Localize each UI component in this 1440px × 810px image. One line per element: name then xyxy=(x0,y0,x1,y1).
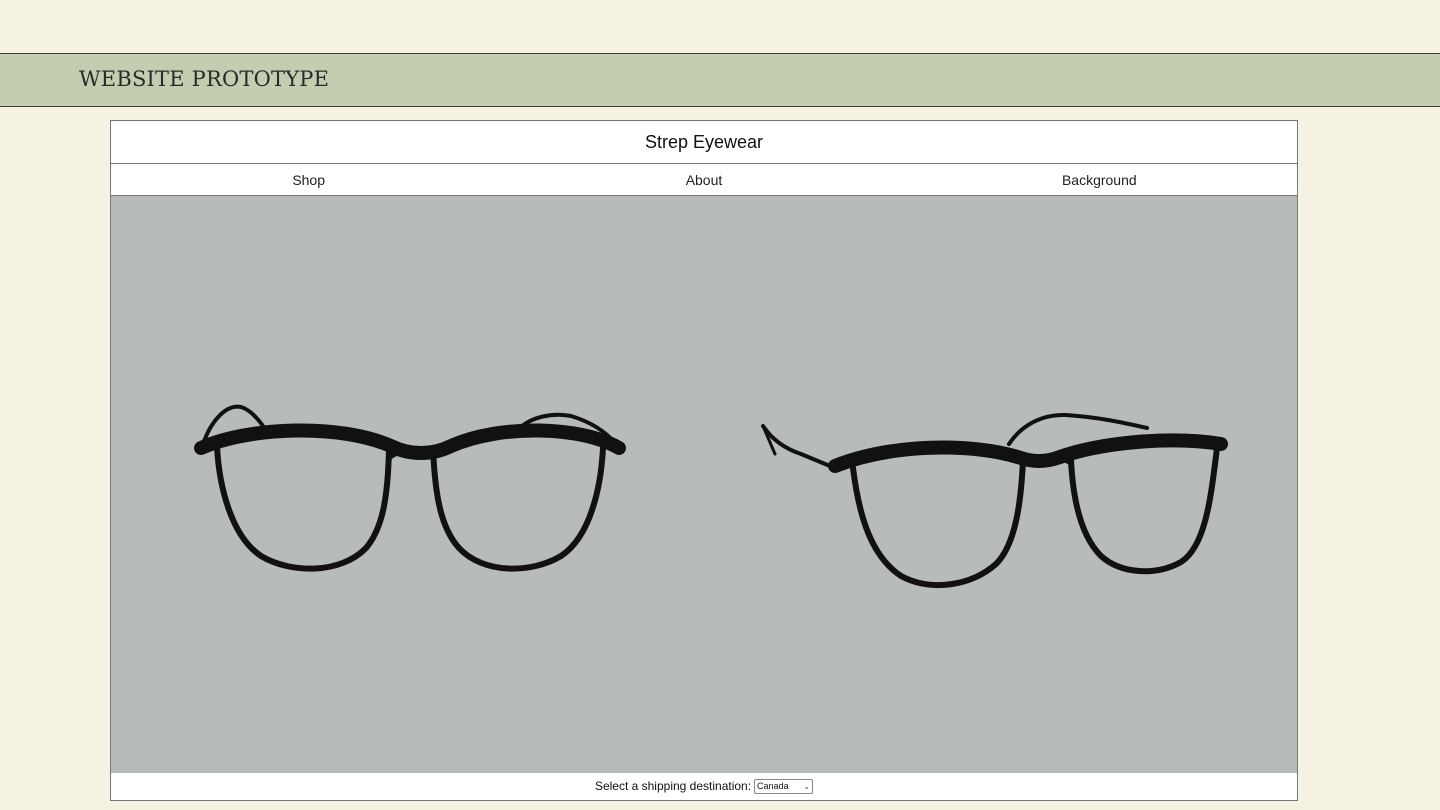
prototype-slide: WEBSITE PROTOTYPE Strep Eyewear Shop Abo… xyxy=(0,0,1440,810)
site-header: Strep Eyewear xyxy=(111,121,1297,164)
site-nav: Shop About Background xyxy=(111,164,1297,196)
glasses-front-icon xyxy=(194,404,626,572)
banner-title: WEBSITE PROTOTYPE xyxy=(79,67,330,91)
shipping-destination-value: Canada xyxy=(757,781,789,791)
site-title: Strep Eyewear xyxy=(644,131,764,152)
shipping-destination-select[interactable]: Canada ⌄ xyxy=(754,778,814,794)
shipping-footer: Select a shipping destination: Canada ⌄ xyxy=(111,773,1297,799)
nav-item-shop[interactable]: Shop xyxy=(111,164,506,195)
website-mockup: Strep Eyewear Shop About Background Sele… xyxy=(110,120,1298,801)
nav-item-about[interactable]: About xyxy=(506,164,901,195)
nav-item-label: Shop xyxy=(292,171,326,188)
chevron-down-icon: ⌄ xyxy=(803,781,811,791)
nav-item-background[interactable]: Background xyxy=(902,164,1297,195)
hero-image xyxy=(111,196,1297,773)
prototype-banner: WEBSITE PROTOTYPE xyxy=(0,53,1440,107)
glasses-angled-icon xyxy=(761,412,1228,589)
nav-item-label: About xyxy=(685,171,723,188)
shipping-label: Select a shipping destination: xyxy=(594,779,752,793)
nav-item-label: Background xyxy=(1061,171,1137,188)
